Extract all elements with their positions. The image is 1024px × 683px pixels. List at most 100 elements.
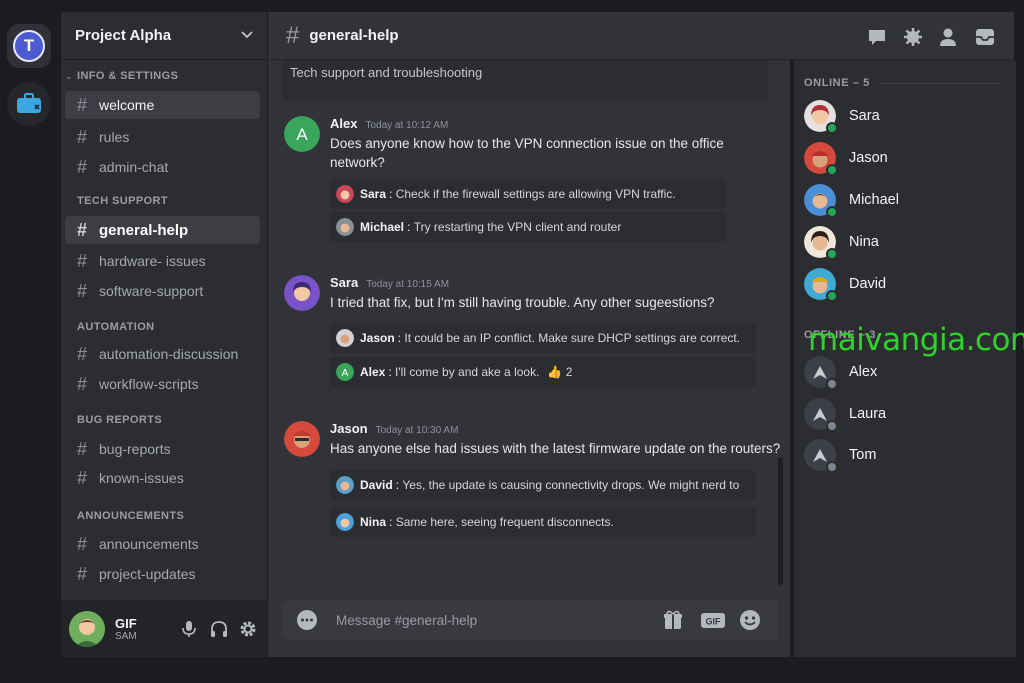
category-automation[interactable]: AUTOMATION <box>61 321 155 333</box>
reply-text: It could be an IP conflict. Make sure DH… <box>404 331 741 345</box>
toolbox-icon <box>17 93 41 113</box>
channel-topic: Tech support and troubleshooting <box>282 60 768 100</box>
message-timestamp: Today at 10:30 AM <box>375 425 459 436</box>
chevron-down-icon[interactable] <box>239 26 255 42</box>
reply-text: I'll come by and ake a look. <box>395 365 540 379</box>
reply-alex: A Alex: I'll come by and ake a look. 👍 2 <box>330 357 756 387</box>
server-rail: T <box>0 12 60 667</box>
message-text: Has anyone else had issues with the late… <box>330 441 781 456</box>
avatar: A <box>336 363 354 381</box>
avatar[interactable] <box>284 275 320 311</box>
server-logo: T <box>13 30 45 62</box>
member-jason[interactable]: Jason <box>804 140 1004 176</box>
server-header[interactable]: Project Alpha <box>61 12 267 60</box>
settings-badge-icon[interactable] <box>902 26 924 48</box>
category-info-settings[interactable]: ⌄ INFO & SETTINGS <box>61 70 178 82</box>
microphone-icon[interactable] <box>179 619 199 639</box>
message-input[interactable] <box>336 600 636 640</box>
avatar <box>804 142 838 176</box>
category-announcements[interactable]: ANNOUNCEMENTS <box>61 510 184 522</box>
channel-admin-chat[interactable]: # admin-chat <box>65 153 260 181</box>
channel-announcements[interactable]: # announcements <box>65 530 260 558</box>
message-text: Does anyone know how to the VPN connecti… <box>330 136 724 170</box>
reply-text: Try restarting the VPN client and router <box>413 220 622 234</box>
channel-general-help[interactable]: # general-help <box>65 216 260 244</box>
message-author[interactable]: Alex <box>330 116 357 131</box>
avatar[interactable] <box>69 611 105 647</box>
channel-sidebar: Project Alpha ⌄ INFO & SETTINGS # welcome … <box>61 12 267 657</box>
user-panel: GIF SAM <box>61 600 267 657</box>
hash-icon: # <box>77 533 88 554</box>
member-michael[interactable]: Michael <box>804 182 1004 218</box>
gear-icon[interactable] <box>238 619 258 639</box>
online-status-icon <box>826 164 838 176</box>
member-alex[interactable]: Alex <box>804 354 1004 390</box>
chat-header: # general-help <box>268 12 1014 60</box>
member-sara[interactable]: Sara <box>804 98 1004 134</box>
gift-icon[interactable] <box>662 609 684 631</box>
server-toolbox[interactable] <box>7 82 51 126</box>
avatar[interactable]: A <box>284 116 320 152</box>
channel-hardware-issues[interactable]: # hardware- issues <box>65 247 260 275</box>
avatar <box>804 356 838 390</box>
channel-bug-reports[interactable]: # bug-reports <box>65 435 260 463</box>
more-options-icon[interactable] <box>296 609 318 631</box>
svg-text:A: A <box>342 368 349 379</box>
online-header: ONLINE – 5 <box>804 77 1000 89</box>
member-nina[interactable]: Nina <box>804 224 1004 260</box>
hash-icon: # <box>77 94 88 115</box>
hash-icon: # <box>77 373 88 394</box>
category-bug-reports[interactable]: BUG REPORTS <box>61 414 162 426</box>
username: GIF <box>115 616 137 631</box>
avatar <box>804 398 838 432</box>
avatar <box>336 476 354 494</box>
avatar <box>804 268 838 302</box>
member-tom[interactable]: Tom <box>804 437 1004 473</box>
gif-icon[interactable]: GIF <box>700 609 726 631</box>
headphones-icon[interactable] <box>209 619 229 639</box>
scrollbar[interactable] <box>778 457 783 585</box>
online-status-icon <box>826 206 838 218</box>
hash-icon: # <box>77 343 88 364</box>
channel-known-issues[interactable]: # known-issues <box>65 464 260 492</box>
channel-welcome[interactable]: # welcome <box>65 91 260 119</box>
reaction-thumbs-up[interactable]: 👍 2 <box>547 365 572 379</box>
avatar[interactable] <box>284 421 320 457</box>
online-status-icon <box>826 290 838 302</box>
member-list-icon[interactable] <box>937 26 959 48</box>
hash-icon: # <box>77 280 88 301</box>
avatar <box>336 329 354 347</box>
member-laura[interactable]: Laura <box>804 396 1004 432</box>
chat-panel: # general-help Tech support and troubles… <box>268 12 1014 657</box>
message-author[interactable]: Sara <box>330 275 358 290</box>
reply-text: Same here, seeing frequent disconnects. <box>395 515 614 529</box>
avatar <box>804 439 838 473</box>
svg-text:GIF: GIF <box>706 617 722 627</box>
server-project-alpha[interactable]: T <box>7 24 51 68</box>
reply-sara: Sara: Check if the firewall settings are… <box>330 179 726 209</box>
channel-automation-discussion[interactable]: # automation-discussion <box>65 340 260 368</box>
user-status: SAM <box>115 631 137 642</box>
emoji-icon[interactable] <box>739 609 761 631</box>
inbox-icon[interactable] <box>974 26 996 48</box>
member-list: ONLINE – 5 Sara Jason Michael Nina David… <box>794 60 1016 657</box>
channel-workflow-scripts[interactable]: # workflow-scripts <box>65 370 260 398</box>
hash-icon: # <box>77 467 88 488</box>
member-david[interactable]: David <box>804 266 1004 302</box>
channel-software-support[interactable]: # software-support <box>65 277 260 305</box>
reply-jason: Jason: It could be an IP conflict. Make … <box>330 323 756 353</box>
channel-rules[interactable]: # rules <box>65 123 260 151</box>
threads-icon[interactable] <box>866 26 888 48</box>
avatar <box>336 218 354 236</box>
channel-project-updates[interactable]: # project-updates <box>65 560 260 588</box>
hash-icon: # <box>77 156 88 177</box>
avatar <box>336 513 354 531</box>
reaction-count: 2 <box>565 365 573 379</box>
category-tech-support[interactable]: TECH SUPPORT <box>61 195 168 207</box>
svg-text:A: A <box>296 125 308 144</box>
message-author[interactable]: Jason <box>330 421 368 436</box>
offline-status-icon <box>826 378 838 390</box>
message-text: I tried that fix, but I'm still having t… <box>330 295 715 310</box>
message-composer: GIF <box>282 600 778 640</box>
online-status-icon <box>826 248 838 260</box>
